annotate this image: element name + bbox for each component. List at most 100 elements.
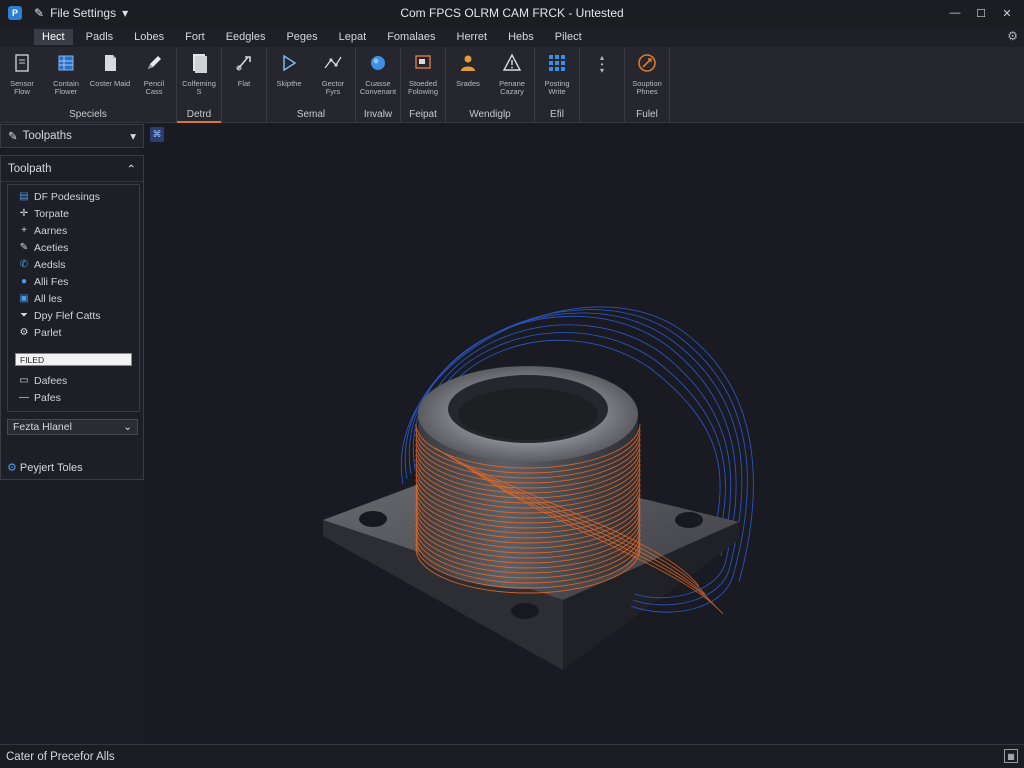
ribbon-button-0-3[interactable]: Pencil Cass — [132, 52, 176, 96]
grid-small-icon[interactable]: ▦ — [1004, 749, 1018, 763]
toolpath-panel: Toolpath ⌃ ▤ DF Podesings ✛ Torpate + Aarnes ✎… — [0, 155, 144, 480]
tree-item[interactable]: ✛ Torpate — [8, 205, 139, 222]
ribbon-button-label: Flat — [237, 79, 251, 88]
3d-viewport[interactable]: ⌘ — [145, 124, 1024, 744]
ribbon-button-3-0[interactable]: Skipthe — [267, 52, 311, 88]
folder-outline-icon: ▭ — [19, 375, 29, 386]
ribbon-toolbar: Sensor Flow Contain Flower Coster Maid Penc… — [0, 47, 1024, 123]
ribbon-group-1: Colfeming S Detrd — [177, 47, 222, 123]
maximize-icon[interactable]: ☐ — [970, 3, 992, 23]
ribbon-button-1-0[interactable]: Colfeming S — [177, 52, 221, 96]
panel-header-label: Toolpaths — [22, 130, 72, 142]
ribbon-button-label: Stoeded Folowing — [407, 79, 438, 96]
ribbon-button-label: Penane Cazary — [499, 79, 525, 96]
tree-item[interactable]: ▤ DF Podesings — [8, 188, 139, 205]
ribbon-button-label: Contain Flower — [53, 79, 79, 96]
svg-text:▾: ▾ — [600, 66, 604, 74]
filter-input[interactable]: FILED — [15, 353, 132, 366]
sphere-icon — [367, 52, 389, 77]
ribbon-group-label[interactable]: Invalw — [356, 108, 400, 123]
model-view[interactable] — [145, 124, 1024, 744]
tree-item[interactable]: — Pafes — [8, 389, 139, 406]
tree-item[interactable]: ▭ Dafees — [8, 372, 139, 389]
panel-combo-box[interactable]: Fezta Hlanel ⌄ — [7, 419, 138, 435]
toolpath-tree: ▤ DF Podesings ✛ Torpate + Aarnes ✎ Aceties ✆ Aed… — [7, 184, 140, 412]
plus-icon: + — [21, 225, 27, 236]
ribbon-group-8: ▴ • ▾ — [580, 47, 625, 123]
quick-access-label[interactable]: File Settings — [50, 6, 116, 20]
tool-icon — [233, 52, 255, 77]
ribbon-group-label[interactable] — [580, 108, 624, 123]
ribbon-group-2: Flat — [222, 47, 267, 123]
ribbon-group-label[interactable]: Efil — [535, 108, 579, 123]
chevron-down-icon[interactable]: ▾ — [130, 129, 136, 143]
menu-item-4[interactable]: Eedgles — [218, 29, 274, 45]
ribbon-button-5-0[interactable]: Stoeded Folowing — [401, 52, 445, 96]
ribbon-group-label[interactable]: Detrd — [177, 108, 221, 123]
gear-icon: ⚙ — [7, 462, 17, 474]
ribbon-button-6-1[interactable]: Penane Cazary — [490, 52, 534, 96]
tree-item-label: Dpy Flef Catts — [34, 309, 101, 322]
ribbon-button-label: Colfeming S — [182, 79, 216, 96]
toolpaths-panel-header[interactable]: ✎ Toolpaths ▾ — [0, 124, 144, 148]
quick-access-toolbar[interactable]: ✎ File Settings ▾ — [34, 6, 128, 20]
tree-item[interactable]: ● Alli Fes — [8, 273, 139, 290]
ribbon-button-label: Coster Maid — [89, 79, 131, 88]
ribbon-button-7-0[interactable]: Posting Write — [535, 52, 579, 96]
ribbon-group-label[interactable]: Semal — [267, 108, 355, 123]
ribbon-button-3-1[interactable]: Gector Fyrs — [311, 52, 355, 96]
app-logo-icon[interactable]: P — [8, 6, 22, 20]
window-title: Com FPCS OLRM CAM FRCK - Untested — [400, 6, 624, 20]
chevron-down-icon[interactable]: ▾ — [122, 6, 128, 20]
curve-icon — [322, 52, 344, 77]
ribbon-button-6-0[interactable]: Srades — [446, 52, 490, 88]
menu-item-6[interactable]: Lepat — [331, 29, 375, 45]
panel-footer[interactable]: ⚙ Peyjert Toles — [7, 461, 83, 475]
menu-item-2[interactable]: Lobes — [126, 29, 172, 45]
tree-item[interactable]: ⚙ Parlet — [8, 324, 139, 341]
move-icon: ✛ — [19, 208, 29, 219]
menu-item-7[interactable]: Fomalaes — [379, 29, 443, 45]
ribbon-group-9: Souption Phnes Fulel — [625, 47, 670, 123]
ribbon-button-8-0[interactable]: ▴ • ▾ — [580, 52, 624, 80]
ribbon-group-label[interactable]: Speciels — [0, 108, 176, 123]
ribbon-button-label: Srades — [456, 79, 480, 88]
ribbon-button-0-1[interactable]: Contain Flower — [44, 52, 88, 96]
menu-item-1[interactable]: Padls — [78, 29, 122, 45]
ribbon-group-0: Sensor Flow Contain Flower Coster Maid Penc… — [0, 47, 177, 123]
tree-item[interactable]: ⏷ Dpy Flef Catts — [8, 307, 139, 324]
menu-item-8[interactable]: Herret — [449, 29, 496, 45]
menu-item-3[interactable]: Fort — [177, 29, 213, 45]
chevron-up-icon[interactable]: ⌃ — [126, 162, 136, 176]
quick-access-icon[interactable]: ✎ — [34, 6, 44, 20]
tree-item[interactable]: + Aarnes — [8, 222, 139, 239]
ribbon-button-0-2[interactable]: Coster Maid — [88, 52, 132, 88]
settings-gear-icon[interactable]: ⚙ — [1007, 29, 1018, 43]
tree-item[interactable]: ✎ Aceties — [8, 239, 139, 256]
ribbon-group-label[interactable]: Feipat — [401, 108, 445, 123]
dot-icon: ● — [20, 276, 28, 287]
page-icon — [188, 52, 210, 77]
ribbon-button-2-0[interactable]: Flat — [222, 52, 266, 88]
ribbon-group-7: Posting Write Efil — [535, 47, 580, 123]
ribbon-button-0-0[interactable]: Sensor Flow — [0, 52, 44, 96]
chevron-down-icon[interactable]: ⌄ — [123, 421, 132, 433]
toolpath-panel-title[interactable]: Toolpath ⌃ — [1, 156, 143, 182]
minimize-icon[interactable]: — — [944, 3, 966, 23]
ribbon-button-9-0[interactable]: Souption Phnes — [625, 52, 669, 96]
ribbon-group-label[interactable] — [222, 108, 266, 123]
ribbon-button-4-0[interactable]: Cuasse Convenant — [356, 52, 400, 96]
ribbon-group-label[interactable]: Wendiglp — [446, 108, 534, 123]
menu-item-0[interactable]: Hect — [34, 28, 73, 45]
menu-item-10[interactable]: Pilect — [547, 29, 590, 45]
close-icon[interactable]: ✕ — [996, 3, 1018, 23]
menu-item-5[interactable]: Peges — [278, 29, 325, 45]
tree-item[interactable]: ✆ Aedsls — [8, 256, 139, 273]
pencil-icon: ✎ — [8, 131, 18, 143]
ribbon-group-label[interactable]: Fulel — [625, 108, 669, 123]
menu-item-9[interactable]: Hebs — [500, 29, 542, 45]
combo-value: Fezta Hlanel — [13, 421, 72, 433]
image-icon: ▣ — [19, 293, 29, 304]
filter-icon: ⏷ — [20, 310, 28, 321]
tree-item[interactable]: ▣ All les — [8, 290, 139, 307]
